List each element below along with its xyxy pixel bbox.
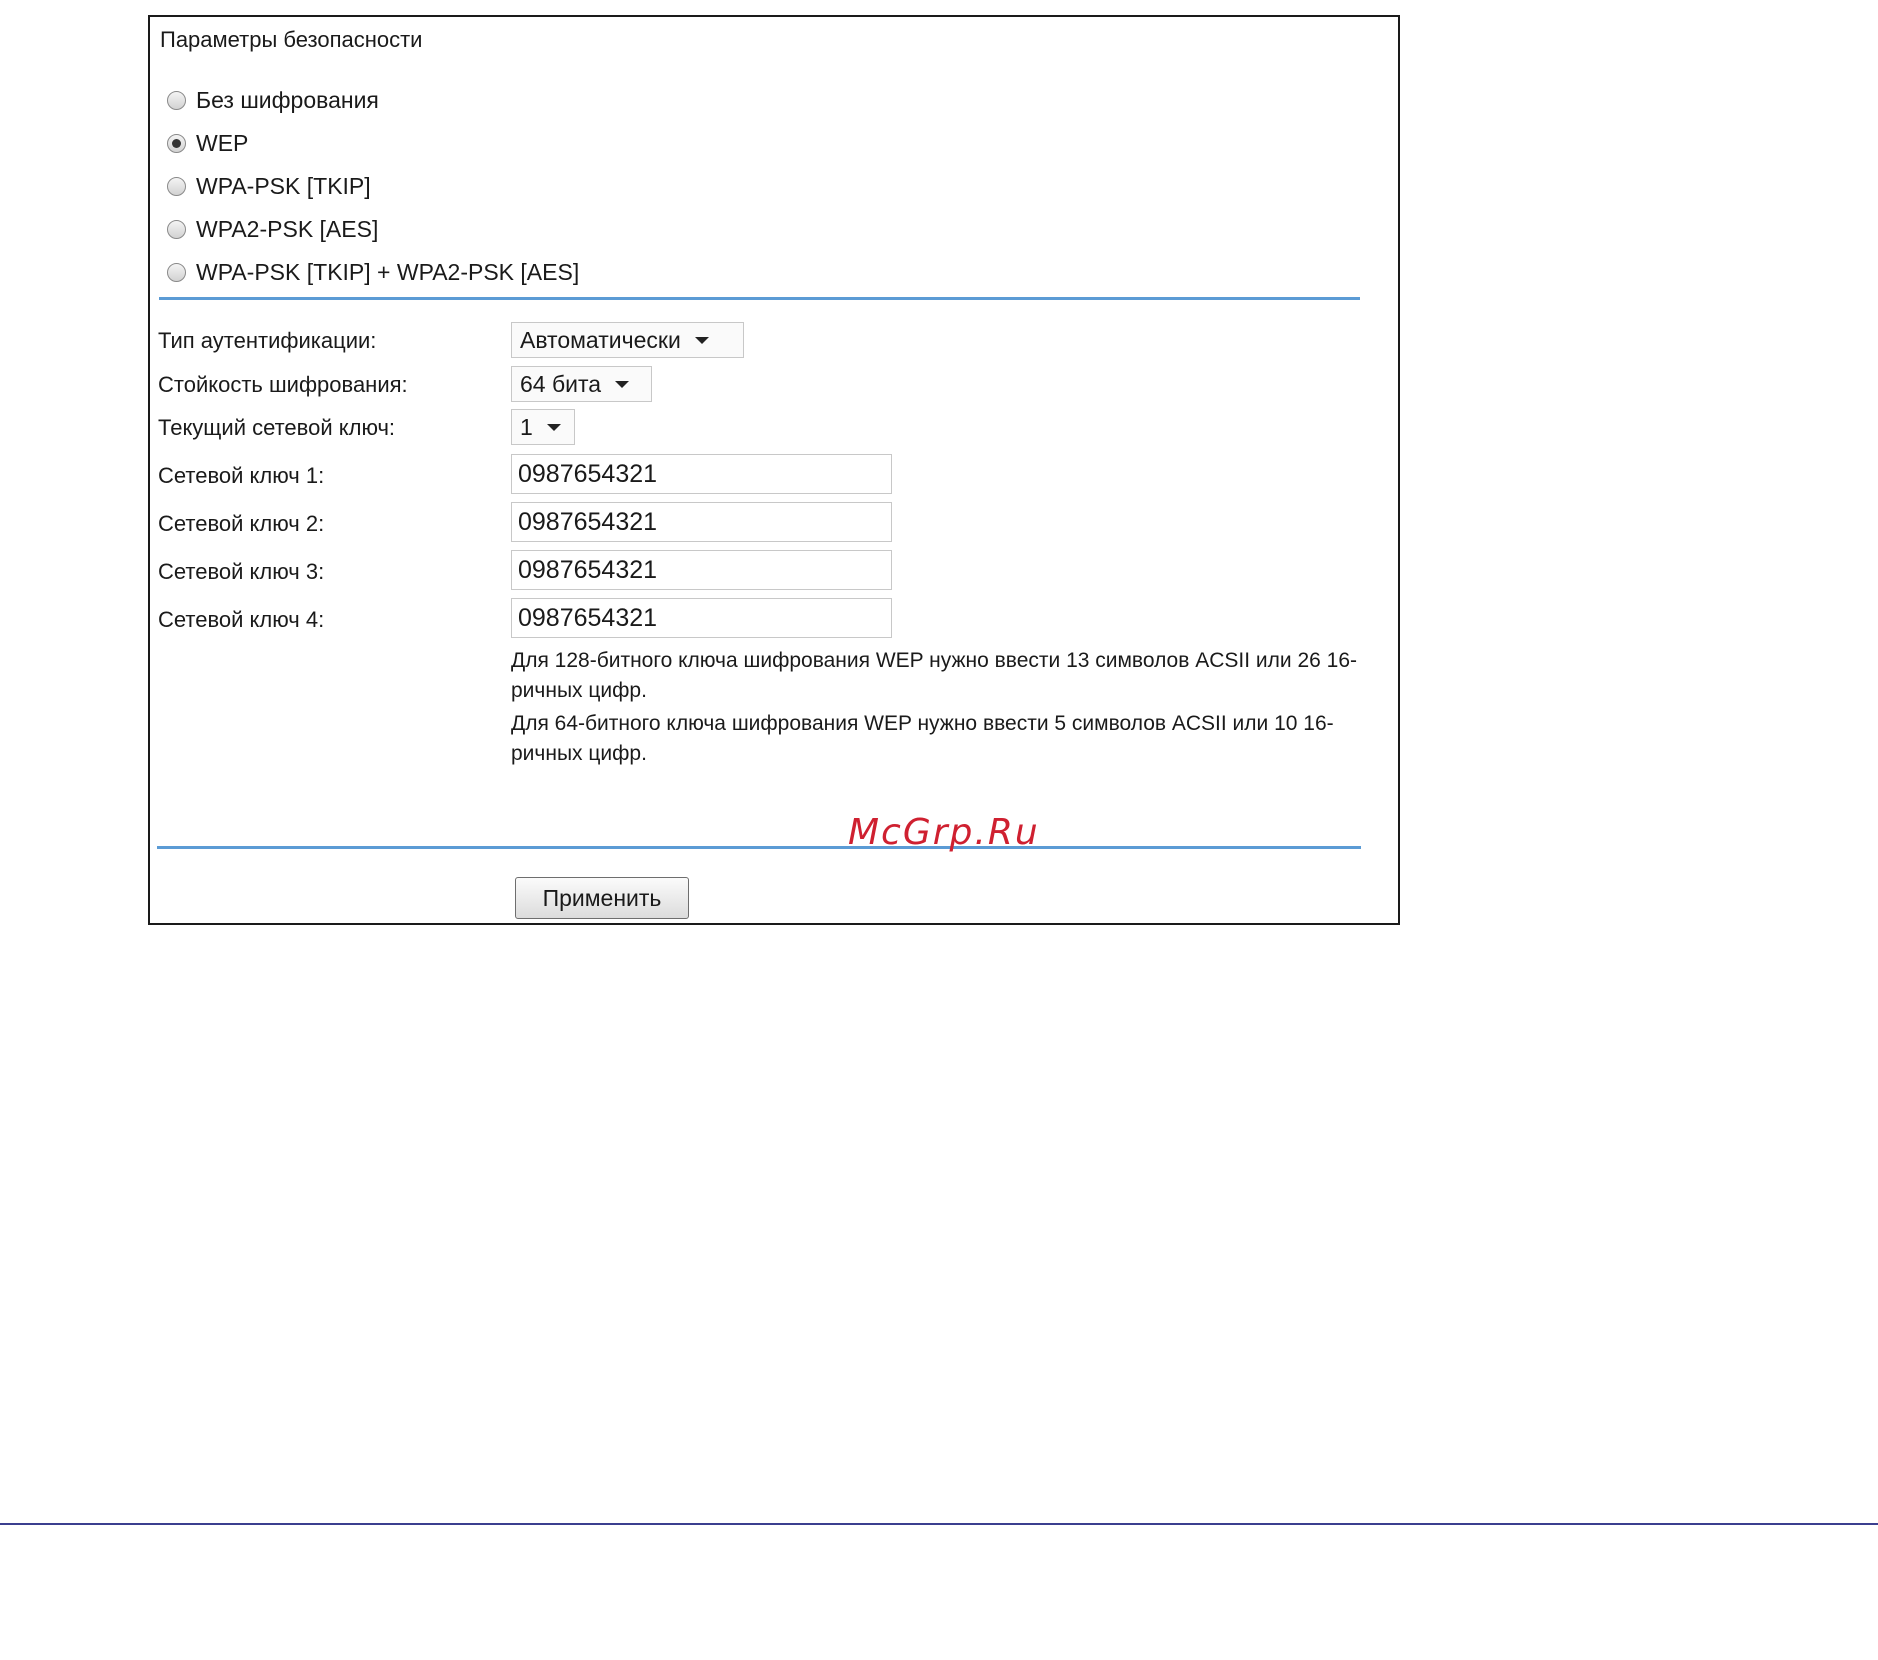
radio-button-icon[interactable]	[167, 176, 186, 196]
chevron-down-icon	[694, 336, 709, 344]
radio-label: WPA-PSK [TKIP]	[196, 172, 371, 199]
network-key-1-input[interactable]	[511, 454, 892, 494]
radio-button-checked-icon[interactable]	[167, 133, 186, 153]
network-key-3-label: Сетевой ключ 3:	[158, 559, 325, 584]
auth-type-select[interactable]: Автоматически	[511, 322, 744, 358]
current-key-label: Текущий сетевой ключ:	[158, 415, 396, 440]
current-key-select[interactable]: 1	[511, 409, 575, 445]
radio-label: Без шифрования	[196, 86, 379, 113]
hint-64-bit: Для 64-битного ключа шифрования WEP нужн…	[511, 712, 1334, 765]
page-rule	[0, 1523, 1878, 1525]
radio-label: WPA-PSK [TKIP] + WPA2-PSK [AES]	[196, 258, 580, 285]
security-settings-panel: Параметры безопасности Без шифрования WE…	[148, 15, 1400, 925]
section-divider	[159, 297, 1360, 300]
current-key-value: 1	[520, 413, 533, 440]
apply-button[interactable]: Применить	[515, 877, 689, 919]
radio-button-icon[interactable]	[167, 262, 186, 282]
network-key-2-input[interactable]	[511, 502, 892, 542]
encryption-strength-label: Стойкость шифрования:	[158, 372, 408, 397]
watermark-text: McGrp.Ru	[848, 812, 1040, 853]
radio-no-encryption[interactable]: Без шифрования	[167, 85, 379, 115]
radio-button-icon[interactable]	[167, 219, 186, 239]
network-key-4-input[interactable]	[511, 598, 892, 638]
chevron-down-icon	[546, 423, 561, 431]
auth-type-label: Тип аутентификации:	[158, 328, 377, 353]
chevron-down-icon	[615, 380, 630, 388]
radio-wep[interactable]: WEP	[167, 128, 248, 158]
encryption-strength-value: 64 бита	[520, 370, 602, 397]
radio-label: WPA2-PSK [AES]	[196, 215, 379, 242]
radio-wpa-psk-tkip[interactable]: WPA-PSK [TKIP]	[167, 171, 371, 201]
bottom-divider	[157, 846, 1361, 849]
radio-wpa-wpa2-mixed[interactable]: WPA-PSK [TKIP] + WPA2-PSK [AES]	[167, 257, 579, 287]
network-key-3-input[interactable]	[511, 550, 892, 590]
radio-wpa2-psk-aes[interactable]: WPA2-PSK [AES]	[167, 214, 378, 244]
network-key-1-label: Сетевой ключ 1:	[158, 463, 325, 488]
network-key-4-label: Сетевой ключ 4:	[158, 607, 325, 632]
encryption-strength-select[interactable]: 64 бита	[511, 366, 652, 402]
hint-128-bit: Для 128-битного ключа шифрования WEP нуж…	[511, 649, 1357, 702]
auth-type-value: Автоматически	[520, 326, 681, 353]
radio-button-icon[interactable]	[167, 90, 186, 110]
radio-label: WEP	[196, 129, 249, 156]
section-title: Параметры безопасности	[160, 27, 423, 52]
network-key-2-label: Сетевой ключ 2:	[158, 511, 325, 536]
